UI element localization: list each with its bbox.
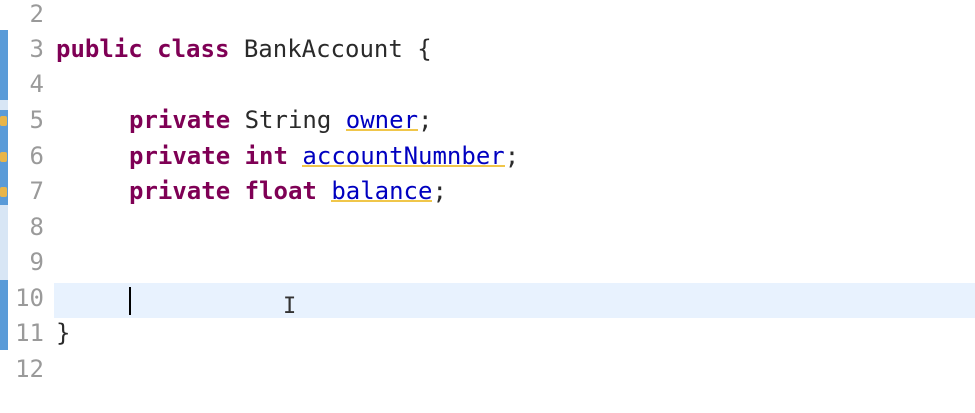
line-number: 11 xyxy=(15,319,44,347)
line-number: 2 xyxy=(29,0,44,28)
open-brace: { xyxy=(417,35,432,63)
semicolon: ; xyxy=(432,177,447,205)
keyword: private xyxy=(129,106,231,134)
code-line-7[interactable]: private float balance; xyxy=(129,174,447,209)
code-editor[interactable]: 2 3 4 5 6 7 8 9 10 11 12 public class Ba… xyxy=(0,0,975,413)
text-cursor-icon: I xyxy=(283,294,297,319)
change-segment xyxy=(0,280,8,350)
keyword: private xyxy=(129,177,231,205)
warning-marker-icon[interactable] xyxy=(0,152,7,162)
type-name: String xyxy=(244,106,332,134)
class-name: BankAccount xyxy=(243,35,403,63)
warning-marker-icon[interactable] xyxy=(0,187,7,197)
line-number: 5 xyxy=(29,106,44,134)
keyword-type: float xyxy=(244,177,317,205)
current-line-highlight xyxy=(54,283,975,318)
text-caret xyxy=(129,287,131,315)
code-line-3[interactable]: public class BankAccount { xyxy=(56,32,432,67)
keyword-type: int xyxy=(244,142,288,170)
keyword: public xyxy=(56,35,143,63)
line-number: 10 xyxy=(15,284,44,312)
code-line-5[interactable]: private String owner; xyxy=(129,103,432,138)
line-number: 8 xyxy=(29,213,44,241)
change-segment xyxy=(0,30,8,100)
line-number: 3 xyxy=(29,35,44,63)
line-number: 4 xyxy=(29,70,44,98)
line-number: 12 xyxy=(15,355,44,383)
line-number: 6 xyxy=(29,142,44,170)
close-brace: } xyxy=(56,319,71,347)
code-line-6[interactable]: private int accountNumnber; xyxy=(129,139,519,174)
field-name: accountNumnber xyxy=(302,142,505,170)
semicolon: ; xyxy=(504,142,520,170)
line-number: 9 xyxy=(29,248,44,276)
code-line-11[interactable]: } xyxy=(56,316,70,351)
line-number: 7 xyxy=(29,177,44,205)
field-name: owner xyxy=(345,106,419,134)
keyword: class xyxy=(157,35,230,63)
line-number-gutter[interactable]: 2 3 4 5 6 7 8 9 10 11 12 xyxy=(8,0,54,413)
warning-marker-icon[interactable] xyxy=(0,116,7,126)
field-name: balance xyxy=(331,177,433,205)
semicolon: ; xyxy=(418,106,433,134)
keyword: private xyxy=(129,142,231,170)
